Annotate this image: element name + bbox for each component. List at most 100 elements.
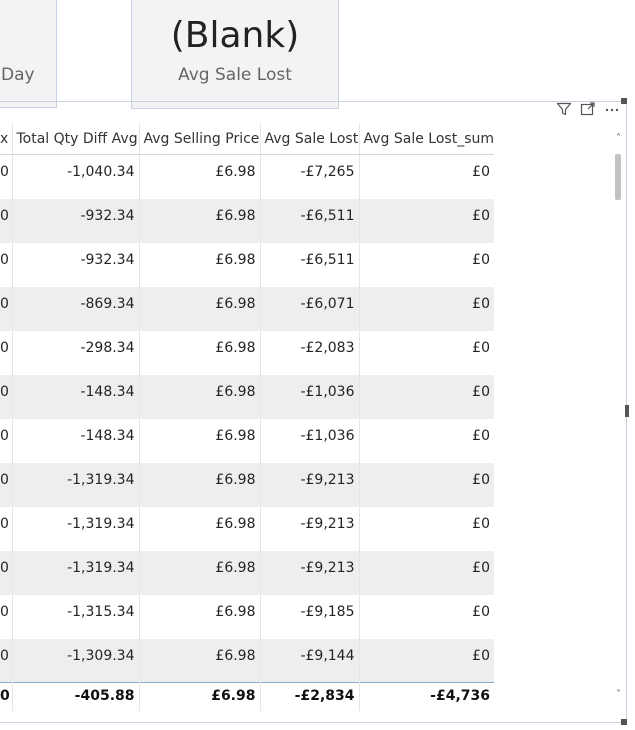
table-cell: -869.34 bbox=[12, 286, 140, 331]
table-cell: -£6,511 bbox=[260, 242, 360, 287]
table-cell: £6.98 bbox=[139, 550, 261, 595]
table-cell: £6.98 bbox=[139, 638, 261, 683]
table-cell: -£9,185 bbox=[260, 594, 360, 639]
filter-icon[interactable] bbox=[556, 101, 572, 117]
table-cell: £6.98 bbox=[139, 242, 261, 287]
vertical-scrollbar[interactable]: ˄ ˅ bbox=[612, 128, 625, 710]
table-cell: -£9,213 bbox=[260, 550, 360, 595]
table-cell: £6.98 bbox=[139, 154, 261, 199]
table-cell: -£1,036 bbox=[260, 418, 360, 463]
table-cell: -932.34 bbox=[12, 198, 140, 243]
table-cell: £6.98 bbox=[139, 506, 261, 551]
total-cell: -£4,736 bbox=[359, 682, 494, 711]
column-header-total-qty-diff-avg[interactable]: Total Qty Diff Avg bbox=[12, 124, 140, 155]
table-cell: 0 bbox=[0, 242, 13, 287]
table-cell: -932.34 bbox=[12, 242, 140, 287]
column-header-avg-sale-lost-sum[interactable]: Avg Sale Lost_sum bbox=[359, 124, 494, 155]
table-cell: -£7,265 bbox=[260, 154, 360, 199]
table-row[interactable]: 0 -1,315.34 £6.98 -£9,185 £0 bbox=[0, 594, 494, 639]
table-cell: 0 bbox=[0, 638, 13, 683]
table-cell: £0 bbox=[359, 286, 494, 331]
focus-mode-icon[interactable] bbox=[580, 101, 596, 117]
table-header-row: x Total Qty Diff Avg Avg Selling Price A… bbox=[0, 124, 494, 155]
table-cell: £0 bbox=[359, 550, 494, 595]
table-cell: -£9,213 bbox=[260, 506, 360, 551]
table-cell: 0 bbox=[0, 506, 13, 551]
table-cell: -£6,071 bbox=[260, 286, 360, 331]
table-cell: 0 bbox=[0, 154, 13, 199]
table-cell: -148.34 bbox=[12, 374, 140, 419]
table-cell: £6.98 bbox=[139, 198, 261, 243]
table-row[interactable]: 0 -1,319.34 £6.98 -£9,213 £0 bbox=[0, 506, 494, 551]
table-cell: £6.98 bbox=[139, 418, 261, 463]
table-cell: 0 bbox=[0, 374, 13, 419]
table-cell: -£1,036 bbox=[260, 374, 360, 419]
table-cell: £0 bbox=[359, 462, 494, 507]
table-row[interactable]: 0 -932.34 £6.98 -£6,511 £0 bbox=[0, 198, 494, 243]
more-options-icon[interactable] bbox=[604, 101, 620, 117]
table-cell: 0 bbox=[0, 330, 13, 375]
table-cell: -1,319.34 bbox=[12, 550, 140, 595]
table-cell: £6.98 bbox=[139, 330, 261, 375]
table-cell: -1,319.34 bbox=[12, 462, 140, 507]
kpi-card-label: Avg Sale Lost bbox=[178, 65, 292, 85]
table-cell: £6.98 bbox=[139, 286, 261, 331]
table-cell: £0 bbox=[472, 515, 490, 532]
data-table: x Total Qty Diff Avg Avg Selling Price A… bbox=[0, 124, 494, 711]
table-cell: -1,319.34 bbox=[12, 506, 140, 551]
table-cell: £0 bbox=[359, 198, 494, 243]
table-cell: -298.34 bbox=[12, 330, 140, 375]
table-cell: £0 bbox=[359, 638, 494, 683]
table-cell: -148.34 bbox=[12, 418, 140, 463]
total-cell: 0 bbox=[0, 682, 13, 711]
kpi-card-value: (Blank) bbox=[170, 15, 300, 56]
table-row[interactable]: 0 -1,040.34 £6.98 -£7,265 £0 bbox=[0, 154, 494, 199]
total-cell: -£2,834 bbox=[260, 682, 360, 711]
table-cell: £6.98 bbox=[139, 462, 261, 507]
column-header-avg-selling-price[interactable]: Avg Selling Price bbox=[139, 124, 261, 155]
column-header-truncated[interactable]: x bbox=[0, 124, 13, 155]
resize-handle-right[interactable] bbox=[625, 405, 629, 417]
table-cell: £0 bbox=[472, 603, 490, 620]
table-row[interactable]: 0 -1,319.34 £6.98 -£9,213 £0 bbox=[0, 462, 494, 507]
report-canvas: Day (Blank) Avg Sale Lost x Total Qty Di… bbox=[0, 0, 635, 730]
table-cell: -£9,213 bbox=[260, 462, 360, 507]
resize-handle-bottom-right[interactable] bbox=[621, 719, 627, 725]
resize-handle-top-right[interactable] bbox=[621, 98, 627, 104]
table-row[interactable]: 0 -148.34 £6.98 -£1,036 £0 bbox=[0, 374, 494, 419]
table-cell: £0 bbox=[359, 374, 494, 419]
table-cell: 0 bbox=[0, 550, 13, 595]
visual-header bbox=[556, 101, 620, 117]
table-cell: £0 bbox=[472, 339, 490, 356]
table-cell: 0 bbox=[0, 286, 13, 331]
table-row[interactable]: 0 -298.34 £6.98 -£2,083 £0 bbox=[0, 330, 494, 375]
scroll-down-icon[interactable]: ˅ bbox=[612, 688, 625, 702]
table-cell: £0 bbox=[472, 427, 490, 444]
table-cell: -£6,511 bbox=[260, 198, 360, 243]
column-header-avg-sale-lost[interactable]: Avg Sale Lost bbox=[260, 124, 360, 155]
kpi-card-avg-sale-lost[interactable]: (Blank) Avg Sale Lost bbox=[131, 0, 339, 109]
table-row[interactable]: 0 -148.34 £6.98 -£1,036 £0 bbox=[0, 418, 494, 463]
table-row[interactable]: 0 -1,319.34 £6.98 -£9,213 £0 bbox=[0, 550, 494, 595]
table-total-row: 0 -405.88 £6.98 -£2,834 -£4,736 bbox=[0, 682, 494, 711]
table-cell: 0 bbox=[0, 418, 13, 463]
table-cell: -1,040.34 bbox=[12, 154, 140, 199]
kpi-card-day[interactable]: Day bbox=[0, 0, 57, 108]
table-cell: -£9,144 bbox=[260, 638, 360, 683]
table-cell: 0 bbox=[0, 462, 13, 507]
table-cell: £6.98 bbox=[139, 374, 261, 419]
table-row[interactable]: 0 -1,309.34 £6.98 -£9,144 £0 bbox=[0, 638, 494, 683]
total-cell: -405.88 bbox=[12, 682, 140, 711]
table-row[interactable]: 0 -869.34 £6.98 -£6,071 £0 bbox=[0, 286, 494, 331]
table-cell: 0 bbox=[0, 594, 13, 639]
table-visual: x Total Qty Diff Avg Avg Selling Price A… bbox=[0, 124, 494, 711]
table-cell: £0 bbox=[472, 164, 490, 180]
scroll-up-icon[interactable]: ˄ bbox=[612, 132, 625, 146]
table-cell: -1,309.34 bbox=[12, 638, 140, 683]
kpi-card-label: Day bbox=[1, 65, 35, 85]
table-cell: £0 bbox=[472, 251, 490, 268]
total-cell: £6.98 bbox=[139, 682, 261, 711]
table-row[interactable]: 0 -932.34 £6.98 -£6,511 £0 bbox=[0, 242, 494, 287]
scrollbar-thumb[interactable] bbox=[615, 154, 621, 200]
table-cell: -£2,083 bbox=[260, 330, 360, 375]
